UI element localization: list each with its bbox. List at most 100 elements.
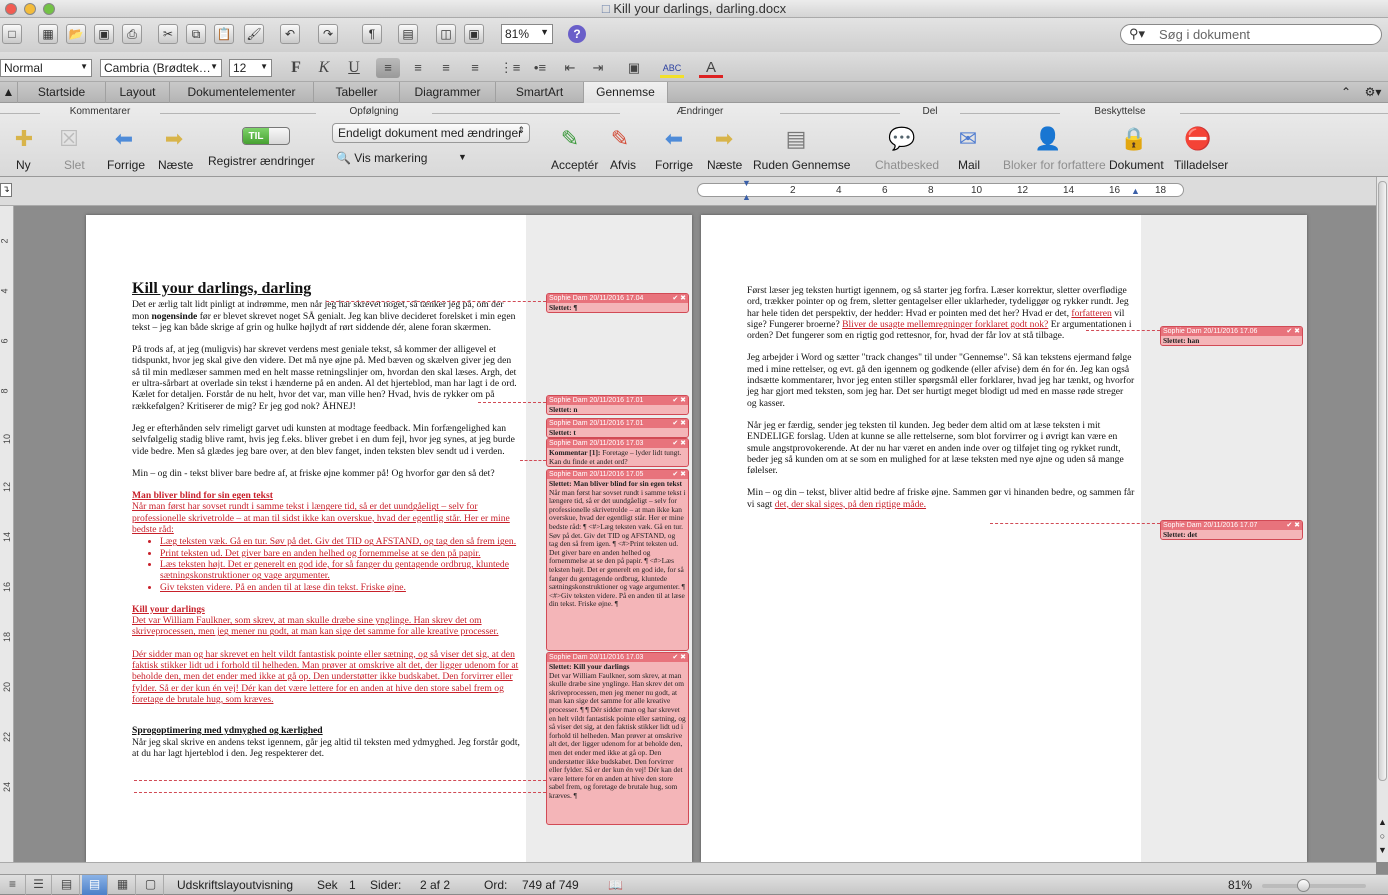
- borders-icon[interactable]: ▣: [622, 58, 646, 78]
- next-change-button[interactable]: Næste: [707, 158, 742, 172]
- vertical-ruler[interactable]: 2 4 6 8 10 12 14 16 18 20 22 24: [0, 206, 14, 862]
- accept-reject-icon[interactable]: ✔ ✖: [1286, 327, 1300, 336]
- tab-diagrammer[interactable]: Diagrammer: [400, 82, 496, 103]
- align-center-button[interactable]: ≡: [406, 58, 430, 78]
- browse-object-icon[interactable]: ○: [1377, 831, 1388, 841]
- draft-view-icon[interactable]: ≡: [0, 875, 26, 895]
- open-icon[interactable]: 📂: [66, 24, 86, 44]
- show-markup-menu[interactable]: 🔍 Vis markering ▼: [336, 151, 467, 165]
- sidebar-icon[interactable]: ◫: [436, 24, 456, 44]
- review-pane-button[interactable]: Ruden Gennemse: [753, 158, 850, 172]
- change-balloon[interactable]: Sophie Dam 20/11/2016 17.01 ✔ ✖ Slettet: …: [546, 395, 689, 415]
- style-select[interactable]: Normal ▼: [0, 59, 92, 77]
- search-input[interactable]: ⚲▾ Søg i dokument: [1120, 24, 1382, 45]
- change-balloon[interactable]: Sophie Dam 20/11/2016 17.07 ✔ ✖ Slettet: …: [1160, 520, 1303, 540]
- next-comment-icon[interactable]: ➡: [160, 125, 188, 153]
- permissions-button[interactable]: Tilladelser: [1174, 158, 1228, 172]
- bold-button[interactable]: F: [284, 58, 308, 78]
- indent-marker-icon[interactable]: ▼: [742, 178, 751, 188]
- zoom-slider-knob[interactable]: [1297, 879, 1310, 892]
- previous-comment-button[interactable]: Forrige: [107, 158, 145, 172]
- accept-icon[interactable]: ✎: [556, 125, 584, 153]
- gallery-icon[interactable]: ▦: [38, 24, 58, 44]
- scroll-thumb[interactable]: [1378, 181, 1387, 781]
- view-layout-icon[interactable]: ▤: [398, 24, 418, 44]
- save-icon[interactable]: ▣: [94, 24, 114, 44]
- hanging-indent-icon[interactable]: ▲: [742, 192, 751, 202]
- gear-icon[interactable]: ⚙▾: [1360, 82, 1386, 103]
- print-icon[interactable]: ⎙: [122, 24, 142, 44]
- track-changes-toggle[interactable]: TIL: [242, 127, 290, 145]
- new-comment-icon[interactable]: ✚: [10, 125, 38, 153]
- accept-reject-icon[interactable]: ✔ ✖: [672, 439, 686, 448]
- notebook-view-icon[interactable]: ▦: [110, 875, 136, 895]
- bullet-list-icon[interactable]: •≡: [528, 58, 552, 78]
- pilcrow-icon[interactable]: ¶: [362, 24, 382, 44]
- markup-view-select[interactable]: Endeligt dokument med ændringer ⇕: [332, 123, 530, 143]
- accept-reject-icon[interactable]: ✔ ✖: [672, 396, 686, 405]
- undo-icon[interactable]: ↶: [280, 24, 300, 44]
- tab-smartart[interactable]: SmartArt: [496, 82, 584, 103]
- format-painter-icon[interactable]: 🖌: [244, 24, 264, 44]
- home-icon[interactable]: ▲: [0, 82, 18, 103]
- publishing-view-icon[interactable]: ▤: [54, 875, 80, 895]
- tab-dokumentelementer[interactable]: Dokumentelementer: [170, 82, 314, 103]
- zoom-select[interactable]: 81% ▼: [501, 24, 553, 44]
- previous-comment-icon[interactable]: ⬅: [110, 125, 138, 153]
- justify-button[interactable]: ≡: [463, 58, 487, 78]
- tab-tabeller[interactable]: Tabeller: [314, 82, 400, 103]
- document-protect-button[interactable]: Dokument: [1109, 158, 1164, 172]
- copy-icon[interactable]: ⧉: [186, 24, 206, 44]
- help-button[interactable]: ?: [568, 25, 586, 43]
- vertical-scrollbar[interactable]: ▲ ○ ▼: [1376, 177, 1388, 862]
- mail-icon[interactable]: ✉: [954, 125, 982, 153]
- paste-icon[interactable]: 📋: [214, 24, 234, 44]
- accept-reject-icon[interactable]: ✔ ✖: [1286, 521, 1300, 530]
- tab-startside[interactable]: Startside: [18, 82, 106, 103]
- page-2-text[interactable]: Først læser jeg teksten hurtigt igennem,…: [747, 285, 1135, 510]
- previous-change-button[interactable]: Forrige: [655, 158, 693, 172]
- align-right-button[interactable]: ≡: [434, 58, 458, 78]
- review-pane-icon[interactable]: ▤: [782, 125, 810, 153]
- font-select[interactable]: Cambria (Brødtek… ▼: [100, 59, 222, 77]
- tab-layout[interactable]: Layout: [106, 82, 170, 103]
- align-left-button[interactable]: ≡: [376, 58, 400, 78]
- zoom-slider[interactable]: [1262, 884, 1366, 888]
- document-protect-icon[interactable]: 🔒: [1120, 125, 1148, 153]
- accept-button[interactable]: Acceptér: [551, 158, 598, 172]
- comment-balloon[interactable]: Sophie Dam 20/11/2016 17.03 ✔ ✖ Kommentar…: [546, 438, 689, 467]
- new-comment-button[interactable]: Ny: [16, 158, 31, 172]
- previous-page-icon[interactable]: ▲: [1377, 817, 1388, 827]
- tab-gennemse[interactable]: Gennemse: [584, 82, 668, 103]
- accept-reject-icon[interactable]: ✔ ✖: [672, 470, 686, 479]
- next-change-icon[interactable]: ➡: [710, 125, 738, 153]
- new-document-icon[interactable]: □: [2, 24, 22, 44]
- horizontal-ruler[interactable]: 2 4 6 8 10 12 14 16 18 ▼ ▲ ▲: [697, 178, 1184, 202]
- accept-reject-icon[interactable]: ✔ ✖: [672, 294, 686, 303]
- next-comment-button[interactable]: Næste: [158, 158, 193, 172]
- previous-change-icon[interactable]: ⬅: [660, 125, 688, 153]
- media-browser-icon[interactable]: ▣: [464, 24, 484, 44]
- focus-view-icon[interactable]: ▢: [138, 875, 164, 895]
- tab-stop-selector-icon[interactable]: ↴: [0, 183, 12, 197]
- change-balloon[interactable]: Sophie Dam 20/11/2016 17.04 ✔ ✖ Slettet: …: [546, 293, 689, 313]
- cut-icon[interactable]: ✂: [158, 24, 178, 44]
- next-page-icon[interactable]: ▼: [1377, 845, 1388, 855]
- print-layout-view-icon[interactable]: ▤: [82, 875, 108, 895]
- right-indent-icon[interactable]: ▲: [1131, 186, 1140, 196]
- spelling-status-icon[interactable]: 📖: [608, 878, 623, 892]
- redo-icon[interactable]: ↷: [318, 24, 338, 44]
- change-balloon[interactable]: Sophie Dam 20/11/2016 17.01 ✔ ✖ Slettet: …: [546, 418, 689, 438]
- change-balloon[interactable]: Sophie Dam 20/11/2016 17.03 ✔ ✖ Slettet: …: [546, 652, 689, 825]
- accept-reject-icon[interactable]: ✔ ✖: [672, 419, 686, 428]
- increase-indent-icon[interactable]: ⇥: [586, 58, 610, 78]
- outline-view-icon[interactable]: ☰: [26, 875, 52, 895]
- collapse-ribbon-icon[interactable]: ⌃: [1336, 82, 1356, 103]
- highlight-icon[interactable]: ABC: [660, 58, 684, 78]
- numbered-list-icon[interactable]: ⋮≡: [498, 58, 522, 78]
- change-balloon[interactable]: Sophie Dam 20/11/2016 17.05 ✔ ✖ Slettet: …: [546, 469, 689, 651]
- horizontal-scrollbar[interactable]: [0, 862, 1376, 874]
- page-1-text[interactable]: Kill your darlings, darling Det er ærlig…: [132, 281, 520, 759]
- accept-reject-icon[interactable]: ✔ ✖: [672, 653, 686, 662]
- reject-button[interactable]: Afvis: [610, 158, 636, 172]
